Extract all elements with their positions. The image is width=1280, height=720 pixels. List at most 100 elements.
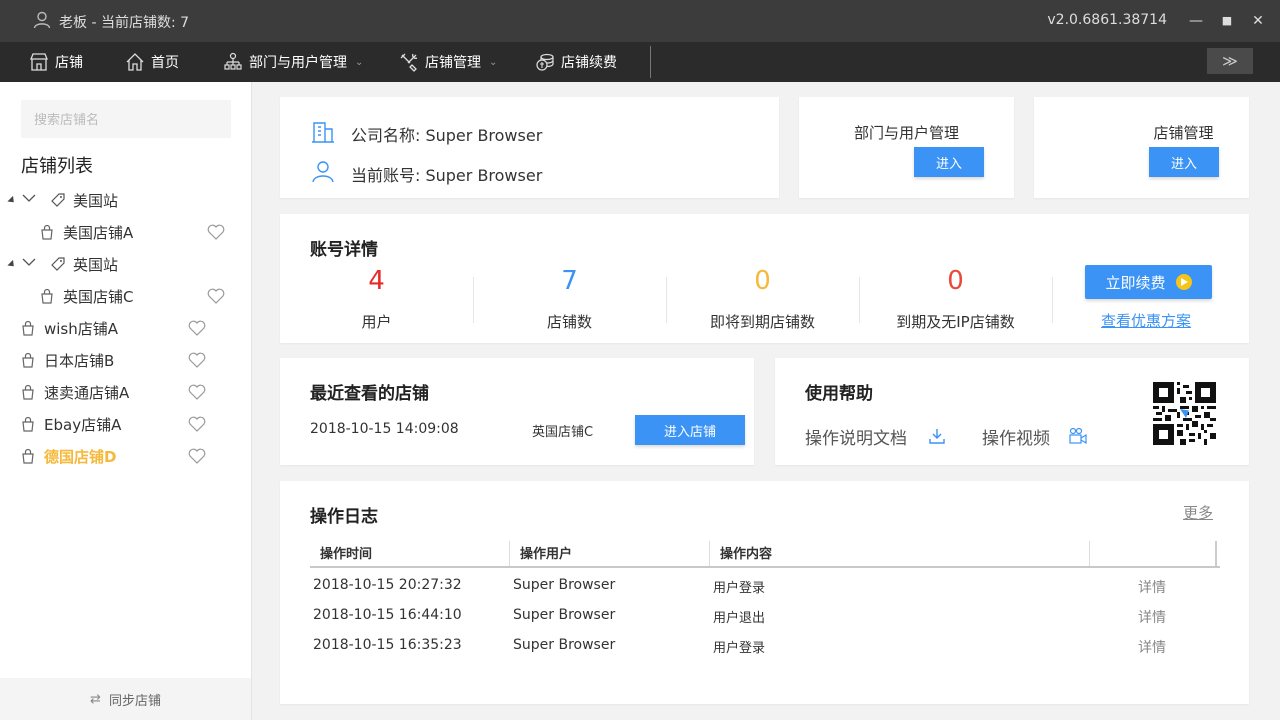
chevron-down-icon: ⌄ <box>489 56 498 68</box>
tree-item-label-active: 德国店铺D <box>44 447 117 466</box>
log-header-content[interactable]: 操作内容 <box>720 543 772 562</box>
stat-users-label: 用户 <box>361 313 392 331</box>
shortcut-title: 店铺管理 <box>1153 124 1214 142</box>
bag-icon <box>41 288 53 304</box>
tree-item-uk-shop-c[interactable]: 英国店铺C <box>0 281 251 311</box>
log-cell-content: 用户登录 <box>713 581 766 596</box>
tree-item-aliexpress-shop-a[interactable]: 速卖通店铺A <box>0 377 251 407</box>
tree-item-label: 日本店铺B <box>44 351 115 370</box>
log-header-time[interactable]: 操作时间 <box>320 543 372 562</box>
sync-shops-button[interactable]: ⇄ 同步店铺 <box>0 678 251 720</box>
heart-icon[interactable] <box>207 224 225 240</box>
nav-shop-renewal-label: 店铺续费 <box>561 55 617 71</box>
download-icon[interactable] <box>928 427 946 445</box>
tree-group-us[interactable]: 美国站 <box>0 185 251 215</box>
help-video-link[interactable]: 操作视频 <box>982 424 1050 449</box>
stat-expired-value: 0 <box>947 266 964 296</box>
nav-shop[interactable]: 店铺 <box>29 42 83 82</box>
nav-shop-renewal[interactable]: 店铺续费 <box>535 42 617 82</box>
heart-icon[interactable] <box>188 448 206 464</box>
account-icon <box>312 161 334 183</box>
help-title: 使用帮助 <box>805 384 873 404</box>
log-cell-content: 用户登录 <box>713 641 766 656</box>
stat-expiring-label: 即将到期店铺数 <box>709 313 815 331</box>
tree-group-label: 英国站 <box>73 255 119 274</box>
stat-shops-value: 7 <box>561 266 578 296</box>
current-account: 当前账号: Super Browser <box>351 166 543 185</box>
log-cell-content: 用户退出 <box>713 611 766 626</box>
shortcut-card-dept-users: 部门与用户管理 进入 <box>799 97 1014 198</box>
org-icon <box>224 52 242 70</box>
tree-item-wish-shop-a[interactable]: wish店铺A <box>0 313 251 343</box>
operation-log-card: 操作日志 更多 操作时间 操作用户 操作内容 2018-10-15 20:27:… <box>280 481 1249 704</box>
minimize-button[interactable]: — <box>1185 10 1207 32</box>
nav-home[interactable]: 首页 <box>125 42 179 82</box>
stat-users-value: 4 <box>368 266 385 296</box>
renew-now-button[interactable]: 立即续费 <box>1085 265 1212 299</box>
expanded-triangle-icon <box>7 259 17 270</box>
tree-item-label: 美国店铺A <box>63 223 134 242</box>
heart-icon[interactable] <box>188 320 206 336</box>
video-camera-icon[interactable] <box>1068 427 1088 445</box>
log-header-user[interactable]: 操作用户 <box>520 543 572 562</box>
heart-icon[interactable] <box>207 288 225 304</box>
nav-expand-button[interactable]: ≫ <box>1207 48 1253 74</box>
maximize-button[interactable]: ■ <box>1216 10 1238 32</box>
main-nav: 店铺 首页 部门与用户管理 ⌄ 店铺管理 ⌄ 店铺续费 ≫ <box>0 42 1280 82</box>
tree-group-uk[interactable]: 英国站 <box>0 249 251 279</box>
view-offers-link[interactable]: 查看优惠方案 <box>1101 310 1191 331</box>
enter-dept-users-button[interactable]: 进入 <box>914 147 984 177</box>
building-icon <box>312 122 334 143</box>
log-details-link[interactable]: 详情 <box>1138 577 1166 597</box>
nav-divider <box>650 46 651 78</box>
shop-list-title: 店铺列表 <box>21 156 93 177</box>
recent-shop-card: 最近查看的店铺 2018-10-15 14:09:08 英国店铺C 进入店铺 <box>280 358 754 465</box>
chevron-down-icon <box>22 258 36 266</box>
log-cell-time: 2018-10-15 16:35:23 <box>313 637 462 653</box>
column-divider <box>709 541 710 566</box>
company-card: 公司名称: Super Browser 当前账号: Super Browser <box>280 97 779 198</box>
tree-item-germany-shop-d[interactable]: 德国店铺D <box>0 441 251 471</box>
window-title: 老板 - 当前店铺数: 7 <box>59 15 190 31</box>
sidebar: 店铺列表 美国站 美国店铺A 英国站 英国店铺C wish店铺A 日本店铺B 速… <box>0 82 252 720</box>
chevron-down-icon <box>22 194 36 202</box>
help-doc-link[interactable]: 操作说明文档 <box>805 424 907 449</box>
heart-icon[interactable] <box>188 352 206 368</box>
recent-shop-name: 英国店铺C <box>532 425 594 440</box>
column-divider <box>509 541 510 566</box>
tree-item-japan-shop-b[interactable]: 日本店铺B <box>0 345 251 375</box>
column-divider <box>1215 541 1217 566</box>
nav-department-users-label: 部门与用户管理 <box>249 55 347 71</box>
help-card: 使用帮助 操作说明文档 操作视频 <box>775 358 1249 465</box>
bag-icon <box>22 448 34 464</box>
tag-icon <box>51 193 65 207</box>
tree-item-us-shop-a[interactable]: 美国店铺A <box>0 217 251 247</box>
operation-log-title: 操作日志 <box>310 507 378 527</box>
tag-icon <box>51 257 65 271</box>
shortcut-card-shop-mgmt: 店铺管理 进入 <box>1034 97 1249 198</box>
close-button[interactable]: ✕ <box>1247 10 1269 32</box>
heart-icon[interactable] <box>188 384 206 400</box>
column-divider <box>1089 541 1090 566</box>
nav-shop-management-label: 店铺管理 <box>425 55 481 71</box>
user-icon <box>33 11 51 29</box>
heart-icon[interactable] <box>188 416 206 432</box>
log-details-link[interactable]: 详情 <box>1138 637 1166 657</box>
bag-icon <box>41 224 53 240</box>
version-label: v2.0.6861.38714 <box>1047 12 1167 28</box>
enter-shop-button[interactable]: 进入店铺 <box>635 415 745 445</box>
account-details-card: 账号详情 4 用户 7 店铺数 0 即将到期店铺数 0 到期及无IP店铺数 立即… <box>280 214 1249 343</box>
tree-item-label: 英国店铺C <box>63 287 134 306</box>
log-cell-time: 2018-10-15 16:44:10 <box>313 607 462 623</box>
log-details-link[interactable]: 详情 <box>1138 607 1166 627</box>
company-name: 公司名称: Super Browser <box>351 126 543 145</box>
tree-item-ebay-shop-a[interactable]: Ebay店铺A <box>0 409 251 439</box>
bag-icon <box>22 352 34 368</box>
more-logs-link[interactable]: 更多 <box>1183 502 1213 523</box>
shop-search-input[interactable] <box>21 100 231 138</box>
enter-shop-mgmt-button[interactable]: 进入 <box>1149 147 1219 177</box>
chevron-down-icon: ⌄ <box>355 56 364 68</box>
sync-icon: ⇄ <box>90 691 101 707</box>
nav-department-users[interactable]: 部门与用户管理 ⌄ <box>223 42 363 82</box>
nav-shop-management[interactable]: 店铺管理 ⌄ <box>399 42 497 82</box>
